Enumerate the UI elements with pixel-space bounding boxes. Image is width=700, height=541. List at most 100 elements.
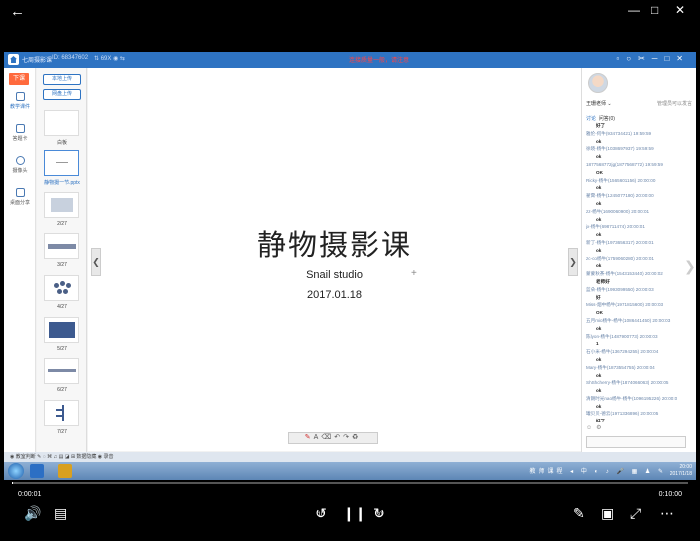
chat-sender-line: Mary-杨牛(1873554755) 20:00:04 — [586, 364, 655, 370]
host-name[interactable]: 王珊老师 ⌄ — [586, 100, 612, 107]
edit-icon — [15, 124, 25, 133]
slide-title: 静物摄影课 — [256, 228, 412, 262]
thumbnail-slide-7[interactable] — [44, 400, 79, 426]
thumbnail-slide-3[interactable] — [44, 233, 79, 259]
sidebar-item-courseware[interactable]: 教学课件 — [6, 92, 34, 110]
chat-input-tools[interactable]: ☺⚙ — [586, 424, 606, 431]
close-icon[interactable]: ✕ — [675, 3, 685, 17]
chat-sender-line: zc-co杨牛(1759060280) 20:00:01 — [586, 255, 654, 261]
more-options-icon[interactable]: ⋯ — [660, 505, 674, 522]
fullscreen-icon[interactable]: ⤢ — [630, 505, 641, 522]
chat-sender-line: Miss-烟中杨牛(1971815600) 20:00:03 — [586, 302, 664, 308]
thumbnail-label: 3/27 — [57, 262, 67, 268]
chat-message: OK — [596, 310, 603, 316]
chat-message: 好了 — [596, 419, 606, 422]
chat-message: ok — [596, 138, 602, 144]
video-frame[interactable]: 七周摄影课 ID: 68347602 ⇅ 69X ◉ ⇆ 连接质量一般，请注意 … — [4, 52, 696, 480]
app-name: 七周摄影课 — [22, 58, 53, 64]
clear-icon[interactable]: ♻ — [352, 434, 361, 441]
chat-input[interactable] — [586, 436, 686, 448]
pencil-icon[interactable]: ✎ — [573, 505, 585, 522]
slide-thumbnail-list: 本地上传 网盘上传 白板 静物摄一节.pptx 2/27 3/27 4/27 5… — [37, 68, 87, 452]
rewind-label: 10 — [317, 512, 325, 518]
chat-message: ok — [596, 216, 602, 222]
upload-local-button[interactable]: 本地上传 — [43, 74, 81, 85]
chat-message: 1 — [596, 341, 599, 347]
sidebar-item-label: 桌面分享 — [9, 200, 30, 206]
eraser-icon[interactable]: ⌫ — [321, 434, 334, 441]
chat-sender-line: 蒙蒙秋茶-杨牛(1543153440) 20:00:02 — [586, 271, 663, 277]
system-tray[interactable]: 教师课程 ◂ 中 ◐ ♪ 🎤 ▦ ♟ ✎ — [529, 466, 666, 475]
thumbnail-label: 4/27 — [57, 304, 67, 310]
chat-message: ok — [596, 200, 602, 206]
chat-message: ok — [596, 403, 602, 409]
room-id: ID: 68347602 — [52, 55, 89, 61]
thumbnail-label: 2/27 — [57, 221, 67, 227]
volume-icon[interactable]: 🔊 — [24, 505, 41, 522]
forward-button[interactable]: ↻ 30 — [370, 505, 388, 522]
clock-date: 2017/1/18 — [669, 471, 692, 477]
thumbnail-slide-2[interactable] — [44, 192, 79, 218]
chat-sender-line: 雅伦-何牛(934734421) 19:59:59 — [586, 130, 652, 136]
player-top-bar: ← — □ ✕ — [0, 0, 700, 22]
slide-canvas[interactable]: ❮ ❯ 静物摄影课 Snail studio 2017.01.18 + ✎A⌫↶… — [88, 68, 581, 451]
chat-message: 好了 — [596, 123, 606, 128]
upload-cloud-button[interactable]: 网盘上传 — [43, 89, 81, 100]
pause-button[interactable]: ❙❙ — [343, 505, 366, 522]
thumbnail-slide-4[interactable] — [44, 275, 79, 301]
undo-icon[interactable]: ↶ — [334, 434, 343, 441]
classroom-app-icon[interactable] — [58, 464, 72, 478]
connection-alert: 连接质量一般，请注意 — [349, 58, 410, 64]
chat-message: ok — [596, 154, 602, 160]
chat-sender-line: 罐贝贝-德云(1971336896) 20:00:05 — [586, 411, 659, 417]
progress-bar[interactable] — [12, 482, 688, 484]
document-icon — [15, 92, 25, 101]
end-class-button[interactable]: 下课 — [9, 73, 29, 85]
chat-sender-line: 蓝朵-杨牛(1993099550) 20:00:03 — [586, 286, 654, 292]
chat-message: ok — [596, 372, 602, 378]
sidebar-item-screen-share[interactable]: 桌面分享 — [6, 188, 34, 206]
sidebar-item-label: 答题卡 — [12, 136, 28, 142]
forward-label: 30 — [375, 512, 383, 518]
windows-start-icon[interactable] — [8, 463, 24, 479]
maximize-icon[interactable]: □ — [651, 3, 658, 17]
thumbnail-whiteboard[interactable] — [44, 110, 79, 136]
sidebar-item-camera[interactable]: 摄像头 — [6, 156, 34, 174]
mini-player-icon[interactable]: ▣ — [601, 505, 614, 522]
windows-taskbar: 教师课程 ◂ 中 ◐ ♪ 🎤 ▦ ♟ ✎ 20:00 2017/1/18 — [4, 462, 696, 480]
chat-message: 好 — [596, 294, 601, 300]
tool-sidebar: 下课 教学课件 答题卡 摄像头 桌面分享 — [4, 68, 36, 452]
annotation-toolbar[interactable]: ✎A⌫↶↷♻ — [288, 432, 378, 444]
avatar — [588, 73, 608, 93]
chevron-right-icon[interactable]: ❯ — [684, 258, 696, 275]
back-arrow-icon[interactable]: ← — [10, 3, 25, 20]
chat-message: 老师好 — [596, 278, 610, 284]
classroom-titlebar: 七周摄影课 ID: 68347602 ⇅ 69X ◉ ⇆ 连接质量一般，请注意 … — [4, 52, 696, 68]
sidebar-item-answer-card[interactable]: 答题卡 — [6, 124, 34, 142]
home-icon — [8, 54, 19, 65]
chat-sender-line: 新丁-杨牛(1973656317) 20:00:01 — [586, 239, 654, 245]
minimize-icon[interactable]: — — [628, 3, 640, 17]
chat-sender-line: 五月mio杨牛-杨牛(1086441450) 20:00:03 — [586, 317, 671, 323]
chat-message: ok — [596, 325, 602, 331]
rewind-button[interactable]: ↺ 10 — [312, 505, 330, 522]
crosshair-cursor-icon: + — [411, 268, 417, 279]
chat-sender-line: 陈lyon-杨牛(1487900773) 20:00:03 — [586, 333, 658, 339]
chat-message: OK — [596, 169, 603, 175]
chat-message: ok — [596, 247, 602, 253]
chat-sender-line: jx-杨牛(698711474) 20:00:01 — [586, 224, 645, 230]
host-permission-link[interactable]: 管理员可以发言 — [657, 100, 692, 107]
redo-icon[interactable]: ↷ — [343, 434, 352, 441]
titlebar-controls[interactable]: ▫○✂─□✕ — [616, 54, 690, 63]
chat-message-list[interactable]: 好了 雅伦-何牛(934734421) 19:59:59 ok 徐晓-杨牛(10386… — [586, 122, 694, 422]
thumbnail-slide-5[interactable] — [44, 317, 79, 343]
thumbnail-label: 静物摄一节.pptx — [44, 180, 80, 186]
progress-fill — [12, 482, 14, 484]
thumbnail-label: 6/27 — [57, 387, 67, 393]
captions-icon[interactable]: ▤ — [54, 505, 67, 522]
thumbnail-slide-6[interactable] — [44, 358, 79, 384]
chat-panel: 王珊老师 ⌄ 管理员可以发言 讨论 问答(0) 好了 雅伦-何牛(93473442… — [581, 68, 696, 452]
thumbnail-slide-1[interactable] — [44, 150, 79, 176]
browser-app-icon[interactable] — [30, 464, 44, 478]
pen-icon[interactable]: ✎ — [305, 434, 314, 441]
